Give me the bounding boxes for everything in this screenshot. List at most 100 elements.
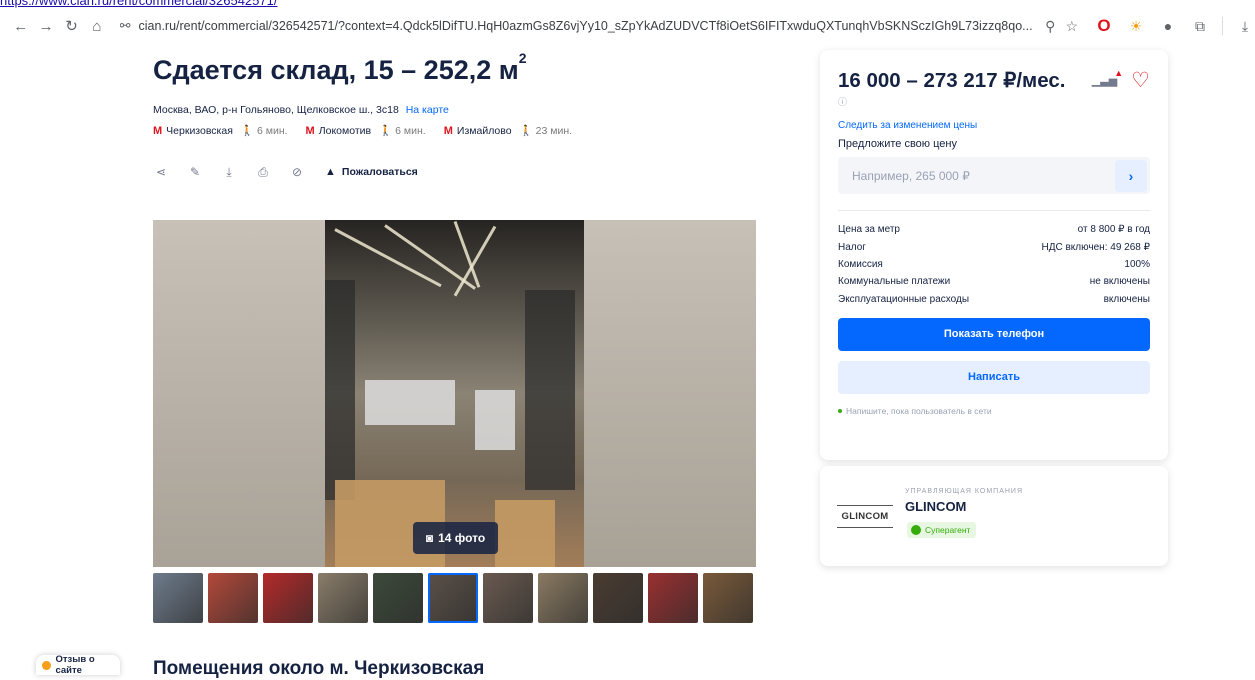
smiley-icon — [42, 660, 51, 670]
offer-submit-button[interactable]: › — [1115, 159, 1147, 192]
info-row: Коммунальные платежи не включены — [838, 273, 1150, 290]
chevron-right-icon: › — [1128, 167, 1134, 184]
print-icon[interactable]: ⎙ — [255, 164, 271, 180]
logo-line — [837, 526, 893, 528]
hide-icon[interactable]: ⊘ — [289, 164, 305, 180]
top-link-text[interactable]: https://www.cian.ru/rent/commercial/3265… — [0, 0, 560, 8]
main-photo[interactable] — [325, 220, 584, 567]
metro-station[interactable]: М Черкизовская 🚶 6 мин. — [153, 124, 288, 138]
listing-title: Сдается склад, 15 – 252,2 м2 — [153, 50, 527, 86]
walk-time-text: 6 мин. — [395, 125, 426, 137]
walk-time: 🚶 23 мин. — [520, 124, 572, 137]
agent-card[interactable]: GLINCOM УПРАВЛЯЮЩАЯ КОМПАНИЯ GLINCOM Суп… — [820, 466, 1168, 566]
review-label: Отзыв о сайте — [55, 654, 95, 676]
agent-type: УПРАВЛЯЮЩАЯ КОМПАНИЯ — [905, 488, 1024, 495]
page-top-link[interactable]: https://www.cian.ru/rent/commercial/3265… — [0, 0, 560, 8]
metro-name[interactable]: Измайлово — [457, 125, 512, 137]
write-message-button[interactable]: Написать — [838, 360, 1150, 394]
price-icons: ▁▃▅ ▲ ♡ — [1092, 68, 1150, 91]
warning-icon: ▲ — [325, 166, 336, 178]
info-label: Комиссия — [838, 258, 883, 270]
site-settings-icon[interactable]: ⚯ — [120, 18, 131, 34]
download-icon[interactable]: ⤓ — [221, 164, 237, 180]
info-label: Налог — [838, 241, 866, 253]
download-icon[interactable]: ⤓ — [1235, 16, 1255, 36]
info-row: Цена за метр от 8 800 ₽ в год — [838, 221, 1150, 238]
photo-boxes — [495, 500, 555, 567]
gallery-thumbnail-selected[interactable] — [428, 573, 478, 623]
offer-label: Предложите свою цену — [838, 138, 957, 150]
share-icon[interactable]: ⋖ — [153, 164, 169, 180]
price-info-icon[interactable]: ⓘ — [838, 95, 1150, 108]
thumbnail-strip — [153, 573, 753, 623]
puzzle-extensions-icon[interactable]: ⧉ — [1190, 16, 1210, 36]
bookmark-star-icon[interactable]: ☆ — [1065, 18, 1078, 35]
favorite-heart-icon[interactable]: ♡ — [1131, 70, 1150, 91]
url-text[interactable]: cian.ru/rent/commercial/326542571/?conte… — [139, 19, 1036, 33]
photo-rack — [325, 280, 355, 500]
opera-extension-icon[interactable]: O — [1094, 16, 1114, 36]
listing-actions: ⋖ ✎ ⤓ ⎙ ⊘ ▲ Пожаловаться — [153, 164, 418, 180]
extension-icon[interactable]: ● — [1158, 16, 1178, 36]
online-note: Напишите, пока пользователь в сети — [838, 406, 1150, 416]
photo-count-label: 14 фото — [438, 531, 486, 545]
online-dot-icon — [838, 408, 842, 413]
site-review-button[interactable]: Отзыв о сайте — [36, 654, 120, 676]
back-arrow-icon[interactable]: ← — [10, 15, 31, 37]
complain-button[interactable]: ▲ Пожаловаться — [325, 166, 418, 178]
edit-pencil-icon[interactable]: ✎ — [187, 164, 203, 180]
info-value: включены — [1103, 293, 1150, 305]
divider — [838, 210, 1150, 211]
walking-icon: 🚶 — [379, 125, 393, 137]
gallery-thumbnail[interactable] — [648, 573, 698, 623]
info-value: от 8 800 ₽ в год — [1077, 224, 1150, 236]
info-value: 100% — [1124, 258, 1150, 270]
gallery-thumbnail[interactable] — [538, 573, 588, 623]
metro-station[interactable]: М Измайлово 🚶 23 мин. — [444, 124, 572, 138]
logo-line — [837, 504, 893, 506]
gallery-thumbnail[interactable] — [483, 573, 533, 623]
gallery-thumbnail[interactable] — [318, 573, 368, 623]
info-label: Эксплуатационные расходы — [838, 293, 970, 305]
gallery-thumbnail[interactable] — [208, 573, 258, 623]
title-superscript: 2 — [518, 50, 527, 66]
metro-name[interactable]: Черкизовская — [166, 125, 233, 137]
weather-extension-icon[interactable]: ☀ — [1126, 16, 1146, 36]
price-card: 16 000 – 273 217 ₽/мес. ▁▃▅ ▲ ♡ ⓘ Следить… — [820, 50, 1168, 460]
gallery-thumbnail[interactable] — [153, 573, 203, 623]
home-icon[interactable]: ⌂ — [86, 15, 107, 37]
metro-name[interactable]: Локомотив — [319, 125, 371, 137]
photo-count-button[interactable]: ◙ 14 фото — [413, 522, 498, 554]
reload-icon[interactable]: ↻ — [61, 15, 82, 37]
address-text: Москва, ВАО, р-н Гольяново, Щелковское ш… — [153, 104, 399, 116]
info-row: Налог НДС включен: 49 268 ₽ — [838, 238, 1150, 255]
gallery-thumbnail[interactable] — [263, 573, 313, 623]
follow-price-link[interactable]: Следить за изменением цены — [838, 120, 1150, 131]
walk-time: 🚶 6 мин. — [241, 124, 288, 137]
agent-name[interactable]: GLINCOM — [905, 499, 966, 514]
forward-arrow-icon[interactable]: → — [35, 15, 56, 37]
agent-logo[interactable]: GLINCOM — [837, 498, 893, 534]
price-row: 16 000 – 273 217 ₽/мес. ▁▃▅ ▲ ♡ — [838, 68, 1150, 93]
offer-input-wrap: › — [838, 157, 1150, 194]
zoom-icon[interactable]: ⚲ — [1045, 18, 1055, 35]
photo-gallery[interactable] — [153, 220, 756, 567]
logo-text: GLINCOM — [841, 510, 889, 522]
info-label: Цена за метр — [838, 224, 900, 236]
gallery-blur-right — [584, 220, 756, 567]
address-bar[interactable]: ⚯ cian.ru/rent/commercial/326542571/?con… — [120, 12, 1078, 40]
metro-station[interactable]: М Локомотив 🚶 6 мин. — [306, 124, 426, 138]
title-text: Сдается склад, 15 – 252,2 м — [153, 55, 519, 85]
price-up-arrow-icon: ▲ — [1114, 68, 1124, 78]
gallery-thumbnail[interactable] — [373, 573, 423, 623]
gallery-thumbnail[interactable] — [703, 573, 753, 623]
online-note-text: Напишите, пока пользователь в сети — [846, 405, 992, 416]
offer-price-input[interactable] — [852, 168, 1102, 183]
walk-time-text: 23 мин. — [535, 125, 573, 137]
price-history-chart-icon[interactable]: ▁▃▅ ▲ — [1092, 68, 1123, 87]
map-link[interactable]: На карте — [406, 104, 449, 116]
show-phone-button[interactable]: Показать телефон — [838, 317, 1150, 351]
gallery-thumbnail[interactable] — [593, 573, 643, 623]
gallery-blur-left — [153, 220, 325, 567]
info-row: Комиссия 100% — [838, 256, 1150, 273]
